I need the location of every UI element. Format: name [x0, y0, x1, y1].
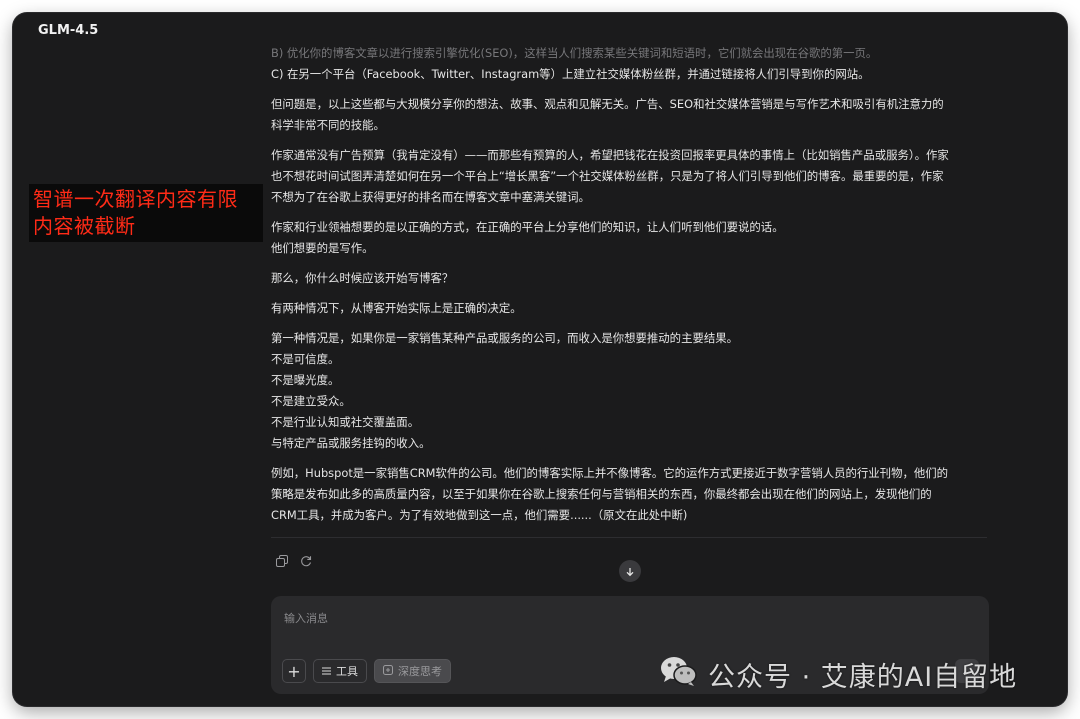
message-paragraph: 那么，你什么时候应该开始写博客？ — [271, 268, 987, 289]
message-input[interactable] — [282, 605, 976, 631]
message-divider — [271, 537, 987, 538]
watermark-text: 公众号 · 艾康的AI自留地 — [708, 662, 1018, 693]
message-paragraph: 第一种情况是，如果你是一家销售某种产品或服务的公司，而收入是你想要推动的主要结果… — [271, 328, 987, 454]
menu-icon — [322, 665, 331, 678]
message-paragraph: 但问题是，以上这些都与大规模分享你的想法、故事、观点和见解无关。广告、SEO和社… — [271, 94, 987, 136]
message-line: 不是可信度。 — [271, 352, 340, 366]
assistant-message: B) 优化你的博客文章以进行搜索引擎优化(SEO)，这样当人们搜索某些关键词和短… — [271, 43, 987, 535]
message-paragraph: 作家和行业领袖想要的是以正确的方式，在正确的平台上分享他们的知识，让人们听到他们… — [271, 217, 987, 259]
model-title[interactable]: GLM-4.5 — [38, 23, 98, 38]
message-line: 科学非常不同的技能。 — [271, 118, 385, 132]
scroll-to-bottom-button[interactable] — [619, 560, 641, 582]
message-line: 作家和行业领袖想要的是以正确的方式，在正确的平台上分享他们的知识，让人们听到他们… — [271, 220, 784, 234]
deep-think-icon — [383, 664, 393, 678]
tools-button[interactable]: 工具 — [313, 659, 367, 683]
message-line: 第一种情况是，如果你是一家销售某种产品或服务的公司，而收入是你想要推动的主要结果… — [271, 331, 739, 345]
deep-think-toggle[interactable]: 深度思考 — [374, 659, 451, 683]
message-line: 那么，你什么时候应该开始写博客？ — [271, 271, 454, 285]
refresh-icon[interactable] — [299, 554, 313, 568]
tools-label: 工具 — [336, 665, 358, 678]
message-line: 不想为了在谷歌上获得更好的排名而在博客文章中塞满关键词。 — [271, 190, 590, 204]
message-line: 不是建立受众。 — [271, 394, 351, 408]
deep-think-label: 深度思考 — [398, 665, 442, 678]
message-line: 也不想花时间试图弄清楚如何在另一个平台上“增长黑客”一个社交媒体粉丝群，只是为了… — [271, 169, 944, 183]
message-line: 但问题是，以上这些都与大规模分享你的想法、故事、观点和见解无关。广告、SEO和社… — [271, 97, 944, 111]
truncation-warning-banner: 智谱一次翻译内容有限 内容被截断 — [29, 184, 263, 242]
message-line: 例如，Hubspot是一家销售CRM软件的公司。他们的博客实际上并不像博客。它的… — [271, 466, 949, 480]
arrow-down-icon — [625, 562, 635, 581]
message-line: 不是行业认知或社交覆盖面。 — [271, 415, 420, 429]
warning-line-2: 内容被截断 — [33, 214, 136, 238]
message-line: 策略是发布如此多的高质量内容，以至于如果你在谷歌上搜索任何与营销相关的东西，你最… — [271, 487, 932, 501]
chat-window: GLM-4.5 智谱一次翻译内容有限 内容被截断 B) 优化你的博客文章以进行搜… — [13, 13, 1067, 706]
message-line: B) 优化你的博客文章以进行搜索引擎优化(SEO)，这样当人们搜索某些关键词和短… — [271, 46, 878, 60]
wechat-icon — [660, 655, 698, 694]
message-line: CRM工具，并成为客户。为了有效地做到这一点，他们需要......（原文在此处中… — [271, 508, 688, 522]
message-paragraph: 例如，Hubspot是一家销售CRM软件的公司。他们的博客实际上并不像博客。它的… — [271, 463, 987, 526]
wechat-watermark: 公众号 · 艾康的AI自留地 — [660, 655, 1017, 694]
warning-line-1: 智谱一次翻译内容有限 — [33, 187, 238, 211]
message-line: 作家通常没有广告预算（我肯定没有）——而那些有预算的人，希望把钱花在投资回报率更… — [271, 148, 949, 162]
composer-toolbar: + 工具 深度思考 — [282, 659, 451, 683]
message-line: 不是曝光度。 — [271, 373, 340, 387]
message-paragraph: 作家通常没有广告预算（我肯定没有）——而那些有预算的人，希望把钱花在投资回报率更… — [271, 145, 987, 208]
message-paragraph: B) 优化你的博客文章以进行搜索引擎优化(SEO)，这样当人们搜索某些关键词和短… — [271, 43, 987, 85]
copy-icon[interactable] — [275, 554, 289, 568]
message-line: 有两种情况下，从博客开始实际上是正确的决定。 — [271, 301, 522, 315]
message-line: C) 在另一个平台（Facebook、Twitter、Instagram等）上建… — [271, 67, 870, 81]
message-paragraph: 有两种情况下，从博客开始实际上是正确的决定。 — [271, 298, 987, 319]
add-attachment-button[interactable]: + — [282, 659, 306, 683]
message-line: 与特定产品或服务挂钩的收入。 — [271, 436, 431, 450]
message-actions — [275, 554, 313, 568]
message-line: 他们想要的是写作。 — [271, 241, 374, 255]
